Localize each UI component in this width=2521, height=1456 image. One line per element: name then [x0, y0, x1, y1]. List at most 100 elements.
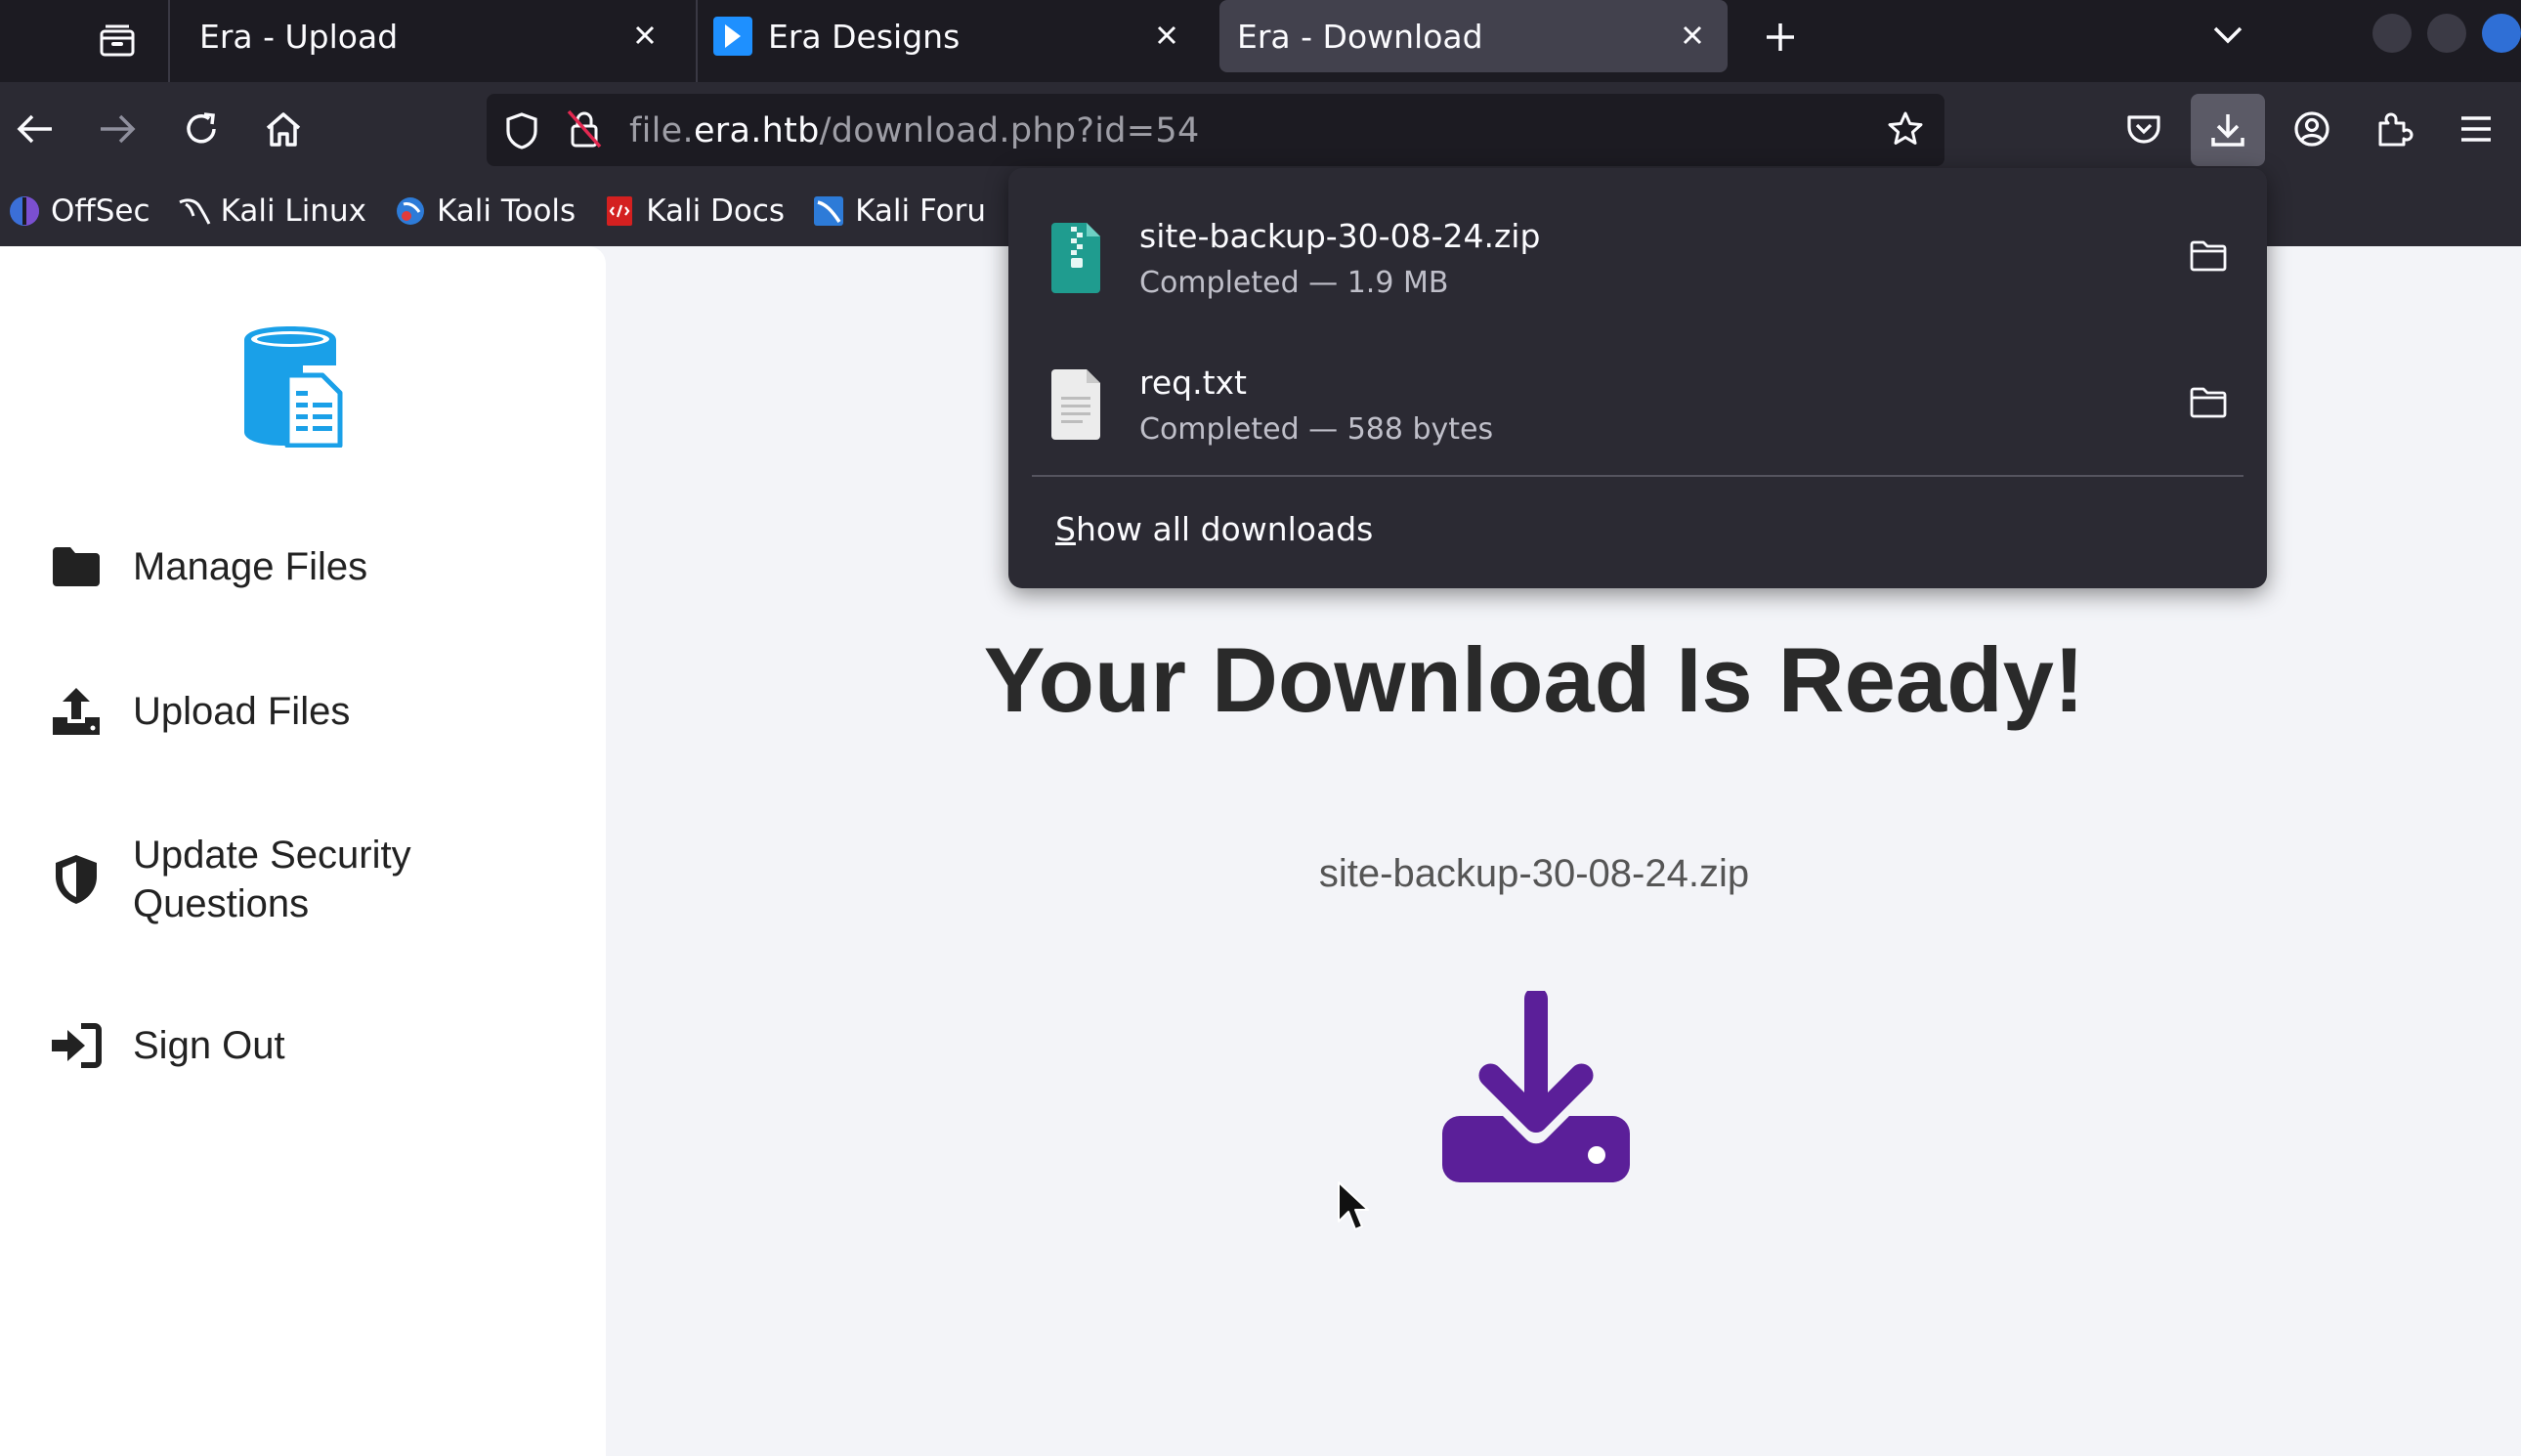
extensions-button[interactable] — [2365, 100, 2423, 158]
sidebar-item-label: Upload Files — [133, 689, 351, 733]
kali-docs-icon — [607, 196, 633, 226]
tab-era-designs[interactable]: Era Designs — [713, 0, 1202, 72]
upload-icon — [49, 684, 104, 739]
download-filename: site-backup-30-08-24.zip — [1139, 217, 1541, 255]
plus-icon — [1767, 23, 1794, 51]
pocket-icon — [2127, 115, 2160, 144]
account-button[interactable] — [2283, 100, 2341, 158]
download-filename: req.txt — [1139, 364, 1247, 402]
download-filename: site-backup-30-08-24.zip — [1318, 852, 1750, 895]
list-all-tabs-button[interactable] — [2201, 8, 2255, 63]
close-icon — [635, 25, 655, 45]
minimize-button[interactable] — [2372, 14, 2412, 53]
folder-icon — [49, 539, 104, 594]
sign-out-icon — [49, 1018, 104, 1073]
page-title: Your Download Is Ready! — [983, 628, 2085, 731]
sidebar-item-label: Update Security Questions — [133, 831, 411, 928]
firefox-view-icon — [100, 24, 135, 57]
download-status: Completed — 1.9 MB — [1139, 266, 1449, 300]
shield-icon — [49, 852, 104, 907]
sidebar-item-sign-out[interactable]: Sign Out — [49, 1018, 285, 1073]
bookmark-kali-tools[interactable]: Kali Tools — [394, 193, 576, 229]
tab-separator — [168, 0, 170, 82]
insecure-lock-icon[interactable] — [565, 107, 604, 150]
forward-button[interactable] — [88, 100, 147, 158]
firefox-view-button[interactable] — [80, 10, 154, 72]
download-icon — [2211, 114, 2244, 147]
tab-close-button[interactable] — [623, 14, 666, 57]
tab-era-upload[interactable]: Era - Upload — [192, 0, 680, 72]
close-icon — [1683, 25, 1702, 45]
hamburger-menu-icon — [2461, 116, 2491, 142]
sidebar-item-label: Sign Out — [133, 1023, 285, 1067]
label-line-1: Update Security — [133, 834, 411, 877]
folder-outline-icon — [2190, 240, 2227, 272]
bookmark-label: Kali Docs — [646, 193, 786, 229]
url-subdomain: file. — [629, 111, 694, 150]
tab-strip: Era - Upload Era Designs Era - Download — [0, 0, 2521, 82]
home-icon — [266, 112, 301, 147]
sidebar-item-label: Manage Files — [133, 544, 368, 588]
bookmark-label: Kali Tools — [436, 193, 577, 229]
home-button[interactable] — [254, 100, 313, 158]
kali-dragon-icon — [178, 198, 210, 225]
access-key: S — [1055, 510, 1076, 548]
zip-file-icon — [1051, 223, 1100, 293]
tab-close-button[interactable] — [1145, 14, 1188, 57]
downloads-button[interactable] — [2191, 94, 2265, 166]
download-item[interactable]: req.txt Completed — 588 bytes — [1008, 334, 2267, 471]
puzzle-piece-icon — [2378, 112, 2414, 147]
new-tab-button[interactable] — [1753, 10, 1808, 64]
kali-tools-icon — [396, 197, 424, 225]
download-item[interactable]: site-backup-30-08-24.zip Completed — 1.9… — [1008, 188, 2267, 324]
tracking-protection-shield-icon[interactable] — [504, 111, 539, 150]
tab-close-button[interactable] — [1671, 14, 1714, 57]
bookmark-star-icon[interactable] — [1886, 109, 1925, 149]
tab-separator — [696, 0, 698, 82]
folder-outline-icon — [2190, 387, 2227, 418]
show-all-downloads-button[interactable]: Show all downloads — [1055, 510, 1373, 548]
sidebar-item-manage-files[interactable]: Manage Files — [49, 539, 367, 594]
download-icon[interactable] — [1440, 991, 1632, 1186]
tab-title: Era - Upload — [199, 17, 399, 56]
label-line-2: Questions — [133, 882, 310, 925]
show-all-label: how all downloads — [1075, 510, 1374, 548]
tab-era-download[interactable]: Era - Download — [1219, 0, 1728, 72]
bookmark-kali-docs[interactable]: Kali Docs — [603, 193, 785, 229]
show-in-folder-button[interactable] — [2187, 235, 2230, 278]
bookmark-kali-linux[interactable]: Kali Linux — [178, 193, 366, 229]
back-button[interactable] — [6, 100, 64, 158]
bookmark-label: OffSec — [51, 193, 150, 229]
reload-button[interactable] — [172, 100, 231, 158]
close-window-button[interactable] — [2482, 14, 2521, 53]
sidebar-item-upload-files[interactable]: Upload Files — [49, 684, 350, 739]
download-status: Completed — 588 bytes — [1139, 412, 1494, 447]
bookmark-label: Kali Foru — [855, 193, 987, 229]
browser-window: Era - Upload Era Designs Era - Download — [0, 0, 2521, 1456]
mouse-cursor-icon — [1338, 1181, 1369, 1230]
bookmark-offsec[interactable]: OffSec — [8, 193, 150, 229]
show-in-folder-button[interactable] — [2187, 381, 2230, 424]
divider — [1032, 475, 2243, 477]
reload-icon — [187, 112, 216, 144]
tab-title: Era Designs — [768, 17, 961, 56]
era-designs-favicon — [713, 17, 752, 56]
arrow-left-icon — [17, 114, 52, 144]
pocket-button[interactable] — [2115, 100, 2173, 158]
sidebar: Manage Files Upload Files Update Securit… — [0, 246, 606, 1456]
url-path: /download.php?id=54 — [819, 111, 1200, 150]
url-text[interactable]: file.era.htb/download.php?id=54 — [629, 111, 1200, 150]
maximize-button[interactable] — [2427, 14, 2466, 53]
chevron-down-icon — [2213, 26, 2243, 44]
bookmark-label: Kali Linux — [220, 193, 366, 229]
text-file-icon — [1051, 369, 1100, 440]
sidebar-item-update-security-questions[interactable]: Update Security Questions — [49, 831, 411, 928]
app-menu-button[interactable] — [2447, 100, 2505, 158]
era-logo-icon — [244, 326, 343, 448]
offsec-icon — [10, 196, 39, 226]
close-icon — [1157, 25, 1176, 45]
navigation-toolbar: file.era.htb/download.php?id=54 — [0, 82, 2521, 176]
bookmark-kali-forums[interactable]: Kali Foru — [812, 193, 986, 229]
url-host: era.htb — [693, 111, 820, 150]
url-bar[interactable]: file.era.htb/download.php?id=54 — [487, 94, 1944, 166]
